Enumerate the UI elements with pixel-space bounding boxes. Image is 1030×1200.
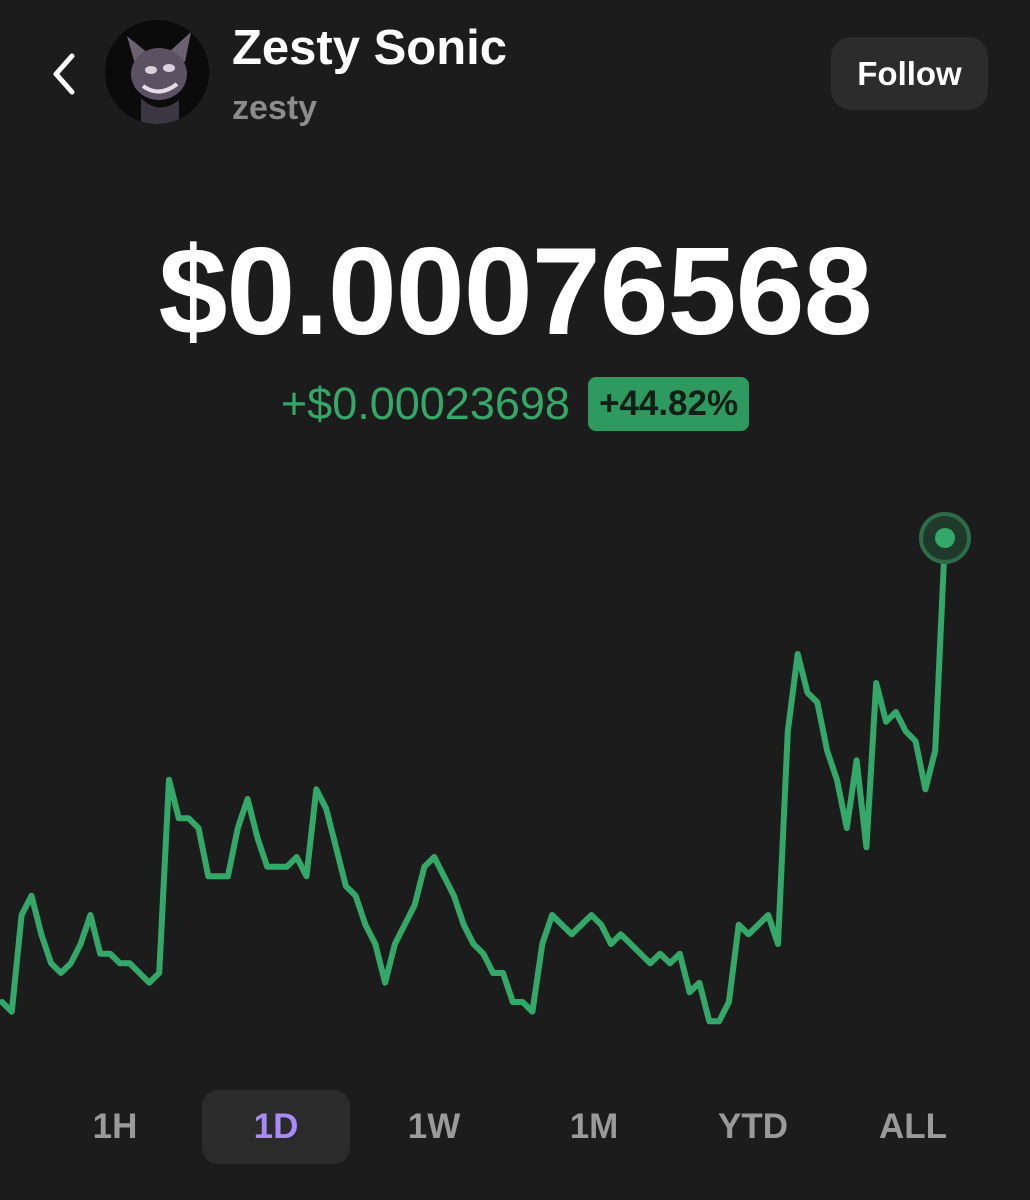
range-tab-ytd[interactable]: YTD (679, 1090, 827, 1164)
range-tab-1d[interactable]: 1D (202, 1090, 350, 1164)
price-line (0, 535, 948, 1025)
price-change-row: +$0.00023698 +44.82% (0, 374, 1030, 434)
range-tab-1m[interactable]: 1M (520, 1090, 668, 1164)
avatar-image (105, 20, 209, 124)
range-tab-1w[interactable]: 1W (360, 1090, 508, 1164)
coin-handle: zesty (232, 89, 318, 127)
follow-button[interactable]: Follow (831, 37, 988, 110)
price-change-percent-badge: +44.82% (587, 377, 750, 431)
back-button[interactable] (38, 44, 88, 104)
current-price: $0.00076568 (158, 223, 872, 361)
time-range-selector: 1H 1D 1W 1M YTD ALL (0, 1090, 1030, 1164)
token-avatar (105, 20, 209, 124)
range-tab-1h[interactable]: 1H (41, 1090, 189, 1164)
coin-name: Zesty Sonic (232, 21, 508, 75)
chevron-left-icon (53, 53, 75, 95)
current-point-marker (935, 528, 955, 548)
header: Zesty Sonic zesty Follow (0, 0, 1030, 150)
price-chart[interactable] (0, 480, 1030, 1060)
range-tab-all[interactable]: ALL (839, 1090, 987, 1164)
price-change-absolute: +$0.00023698 (280, 378, 570, 429)
